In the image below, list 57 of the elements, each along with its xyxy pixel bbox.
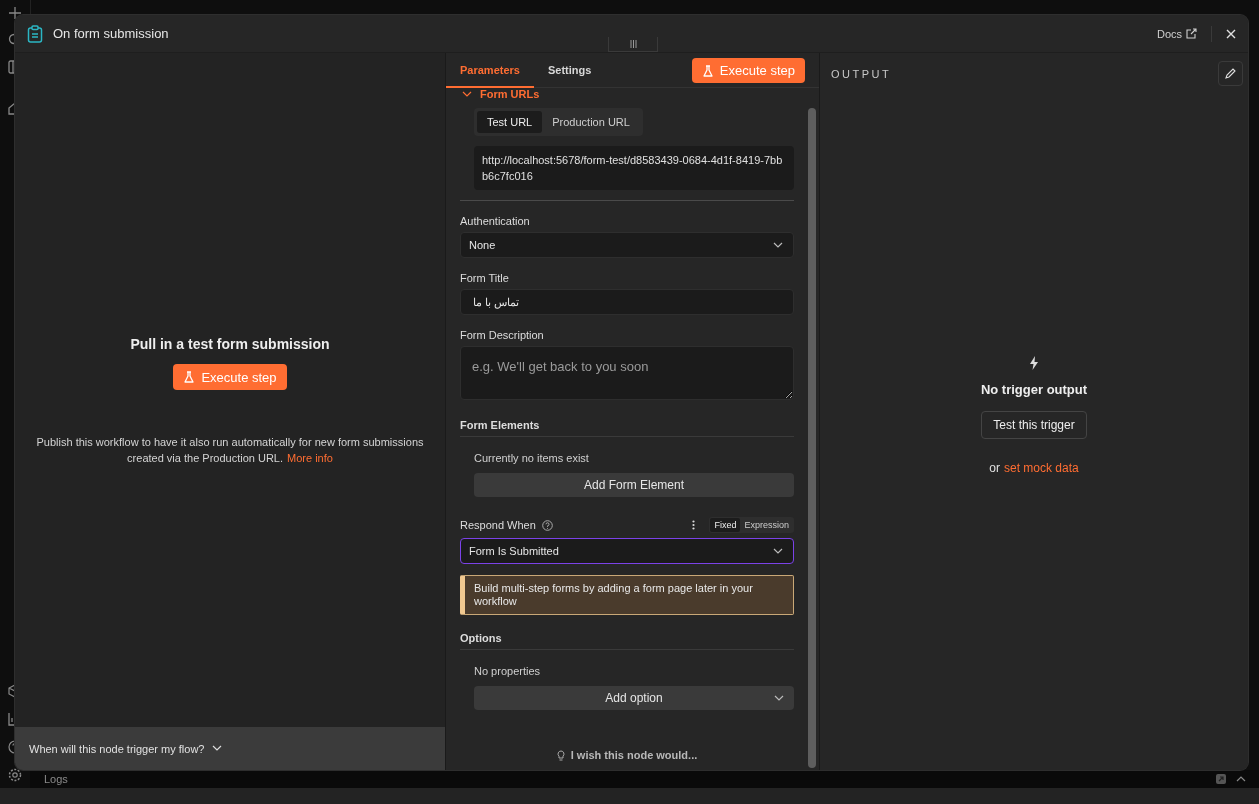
settings-icon[interactable] — [8, 768, 22, 782]
section-heading: Options — [460, 632, 794, 650]
field-label: Respond When — [460, 519, 536, 531]
clipboard-icon — [27, 24, 43, 43]
url-tab[interactable]: Test URL — [477, 111, 543, 133]
more-icon[interactable] — [692, 520, 696, 530]
logs-label: Logs — [44, 773, 69, 785]
edit-button[interactable] — [1218, 61, 1243, 86]
empty-text: Currently no items exist — [474, 452, 590, 464]
empty-text: No properties — [474, 665, 542, 677]
dropdown[interactable]: None — [460, 232, 794, 258]
description-field[interactable]: e.g. We'll get back to you soon — [460, 346, 794, 400]
more-info-link[interactable]: More info — [287, 452, 333, 464]
trigger-help-toggle[interactable]: When will this node trigger my flow? — [15, 727, 445, 770]
chevron-down-icon — [773, 242, 783, 248]
chevron-down-icon — [212, 745, 223, 752]
close-icon[interactable] — [1226, 28, 1236, 39]
plus-icon[interactable] — [8, 6, 22, 20]
set-mock-data-link[interactable]: set mock data — [1004, 461, 1079, 475]
chevron-down-icon — [774, 695, 784, 701]
external-link-icon — [1186, 28, 1197, 39]
section-toggle[interactable]: Form URLs — [462, 88, 540, 100]
section-heading: Form Elements — [460, 419, 794, 437]
pencil-icon — [1225, 68, 1236, 79]
flask-icon — [701, 64, 714, 77]
add-option-button[interactable]: Add option — [474, 686, 794, 710]
lightning-icon — [1029, 356, 1039, 370]
panel-tab[interactable]: Settings — [533, 53, 606, 88]
popout-icon[interactable] — [1215, 773, 1227, 785]
panel-tab[interactable]: Parameters — [446, 53, 534, 88]
empty-state-title: No trigger output — [980, 382, 1088, 397]
info-text: Publish this workflow to have it also run automatically for new form submissions created via the Production URL. More info — [35, 435, 425, 466]
chevron-down-icon — [773, 548, 783, 554]
url-text: http://localhost:5678/form-test/d8583439-0684-4d1f-8419-7bbb6c7fc016 — [474, 146, 794, 190]
lightbulb-icon — [556, 749, 565, 761]
feedback-link[interactable]: I wish this node would... — [460, 748, 794, 762]
text-field[interactable]: تماس با ما — [460, 289, 794, 315]
drag-handle-icon[interactable] — [629, 40, 637, 48]
docs-link[interactable]: Docs — [1156, 27, 1197, 40]
field-label: Form Title — [460, 272, 510, 284]
panel-heading: Pull in a test form submission — [130, 336, 330, 352]
add-form-element-button[interactable]: Add Form Element — [474, 473, 794, 497]
scrollbar[interactable] — [808, 108, 816, 768]
window-title: On form submission — [53, 26, 170, 41]
help-icon — [541, 519, 553, 531]
panel-title: OUTPUT — [831, 67, 893, 80]
dropdown[interactable]: Form Is Submitted — [460, 538, 794, 564]
chevron-down-icon — [462, 90, 472, 98]
test-trigger-button[interactable]: Test this trigger — [981, 411, 1087, 439]
mode-toggle[interactable]: Expression — [740, 518, 793, 532]
mode-toggle[interactable]: Fixed — [710, 518, 741, 532]
field-label: Form Description — [460, 329, 545, 341]
url-tab[interactable]: Production URL — [542, 111, 640, 133]
or-text: or — [989, 461, 1000, 475]
notice-banner: Build multi-step forms by adding a form page later in your workflow — [460, 575, 794, 615]
flask-icon — [183, 371, 196, 383]
field-label: Authentication — [460, 215, 531, 227]
